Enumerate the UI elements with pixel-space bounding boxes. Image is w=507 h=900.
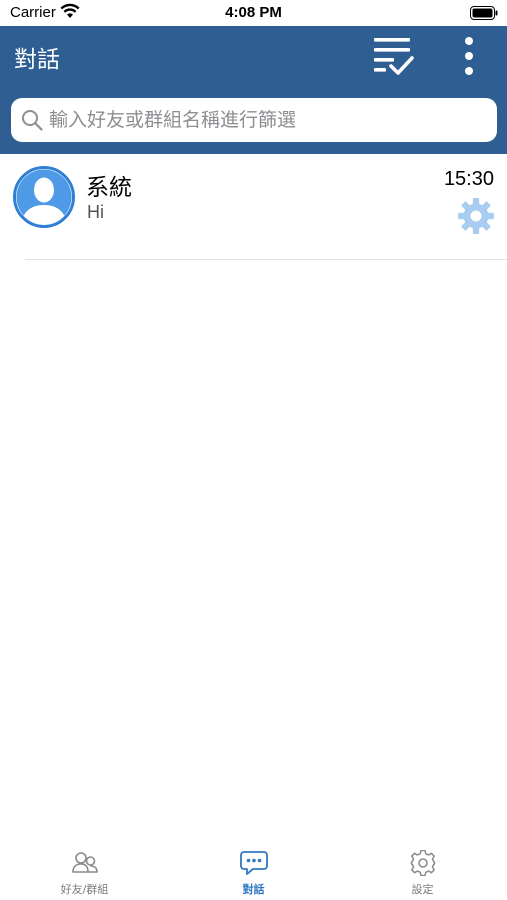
nav-bar: 對話 <box>0 26 507 86</box>
list-divider <box>25 259 507 260</box>
tab-label: 對話 <box>242 883 265 896</box>
filter-check-icon[interactable] <box>371 34 415 78</box>
gear-icon <box>458 198 494 234</box>
battery-icon <box>470 6 498 20</box>
search-icon <box>22 110 43 131</box>
chat-bubble-icon <box>239 851 268 875</box>
search-input[interactable] <box>47 98 489 142</box>
tab-friends-groups[interactable]: 好友/群組 <box>0 842 169 900</box>
search-area <box>0 86 507 154</box>
conversation-list: 系統 Hi 15:30 <box>0 154 507 260</box>
tab-label: 設定 <box>411 883 434 896</box>
status-time: 4:08 PM <box>225 4 282 21</box>
settings-gear-icon <box>410 850 435 876</box>
person-avatar-icon <box>13 166 75 228</box>
screen: Carrier 4:08 PM 對話 輸入好友或群組名稱進行篩選 系統 Hi 1… <box>0 0 507 900</box>
tab-conversations[interactable]: 對話 <box>169 842 338 900</box>
tab-bar: 好友/群組 對話 設定 <box>0 842 507 900</box>
conversation-time: 15:30 <box>443 168 494 190</box>
tab-label: 好友/群組 <box>60 883 109 896</box>
page-title: 對話 <box>14 47 60 73</box>
tab-settings[interactable]: 設定 <box>338 842 507 900</box>
conversation-name: 系統 <box>86 175 132 201</box>
contacts-icon <box>71 852 98 873</box>
conversation-last-message: Hi <box>87 202 104 222</box>
status-bar: Carrier 4:08 PM <box>0 0 507 26</box>
more-vert-icon[interactable] <box>456 34 482 78</box>
search-box[interactable] <box>11 98 497 142</box>
list-item[interactable]: 系統 Hi 15:30 <box>0 154 507 260</box>
